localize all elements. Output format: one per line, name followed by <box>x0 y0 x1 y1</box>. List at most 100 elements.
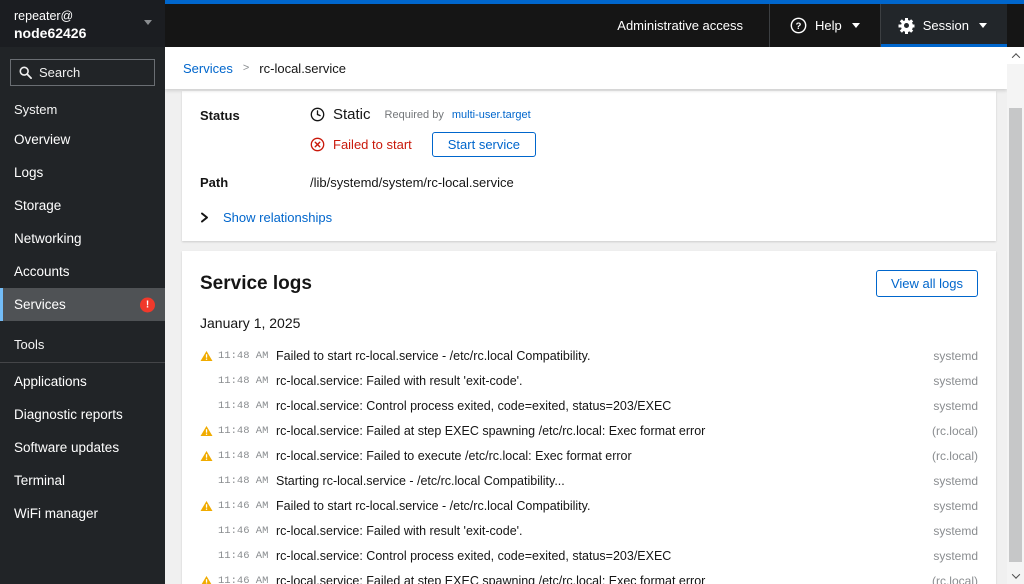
sidebar-item-label: Software updates <box>14 440 120 455</box>
view-all-logs-button[interactable]: View all logs <box>875 270 978 297</box>
log-source: (rc.local) <box>931 423 978 438</box>
log-timestamp: 11:48 AM <box>218 374 269 387</box>
log-message: Starting rc-local.service - /etc/rc.loca… <box>276 473 565 488</box>
failed-units-badge: ! <box>140 297 155 312</box>
log-row[interactable]: 11:46 AM rc-local.service: Control proces… <box>182 543 996 568</box>
breadcrumb-separator: > <box>242 62 250 74</box>
sidebar-item-accounts[interactable]: Accounts <box>0 255 165 288</box>
log-row[interactable]: 11:48 AM rc-local.service: Control proces… <box>182 393 996 418</box>
service-status-card: Status Static Required by multi-user.tar… <box>182 91 996 241</box>
scrollbar-thumb[interactable] <box>1009 108 1022 562</box>
log-source: systemd <box>933 398 978 413</box>
log-timestamp: 11:48 AM <box>218 449 269 462</box>
sidebar-item-label: Networking <box>14 231 82 246</box>
service-logs-card: Service logs View all logs January 1, 20… <box>182 251 996 584</box>
log-source: systemd <box>933 473 978 488</box>
session-menu-button[interactable]: Session <box>880 4 1008 47</box>
sidebar-item-networking[interactable]: Networking <box>0 222 165 255</box>
log-row[interactable]: 11:48 AM Starting rc-local.service - /etc… <box>182 468 996 493</box>
help-menu-button[interactable]: ? Help <box>770 4 880 47</box>
sidebar-item-logs[interactable]: Logs <box>0 156 165 189</box>
log-message: rc-local.service: Failed at step EXEC sp… <box>276 573 706 584</box>
warning-icon <box>200 575 214 584</box>
sidebar-item-wifi-manager[interactable]: WiFi manager <box>0 497 165 530</box>
log-row[interactable]: 11:48 AM rc-local.service: Failed with re… <box>182 368 996 393</box>
log-message: rc-local.service: Failed with result 'ex… <box>276 523 523 538</box>
caret-down-icon <box>851 23 860 28</box>
main-content: Status Static Required by multi-user.tar… <box>165 89 1007 584</box>
svg-text:?: ? <box>796 21 802 32</box>
path-label: Path <box>200 175 229 190</box>
chevron-down-icon <box>1011 569 1020 579</box>
warning-icon <box>200 425 214 437</box>
required-by-target-link[interactable]: multi-user.target <box>452 109 531 121</box>
log-row[interactable]: 11:46 AM rc-local.service: Failed at step… <box>182 568 996 584</box>
sidebar-item-storage[interactable]: Storage <box>0 189 165 222</box>
host-switcher[interactable]: repeater@ node62426 <box>0 0 165 47</box>
sidebar-item-terminal[interactable]: Terminal <box>0 464 165 497</box>
log-source: systemd <box>933 523 978 538</box>
sidebar-item-label: Diagnostic reports <box>14 407 123 422</box>
sidebar: repeater@ node62426 System Overview Logs St… <box>0 0 165 584</box>
log-source: (rc.local) <box>931 573 978 584</box>
required-by-label: Required by <box>384 108 444 121</box>
sidebar-item-label: Applications <box>14 374 87 389</box>
log-timestamp: 11:48 AM <box>218 474 269 487</box>
sidebar-item-applications[interactable]: Applications <box>0 365 165 398</box>
warning-icon <box>200 500 214 512</box>
sidebar-item-label: Terminal <box>14 473 66 488</box>
path-row: Path /lib/systemd/system/rc-local.servic… <box>200 173 978 190</box>
caret-down-icon <box>144 20 152 25</box>
log-row[interactable]: 11:46 AM rc-local.service: Failed with re… <box>182 518 996 543</box>
help-icon: ? <box>790 17 807 34</box>
sidebar-item-overview[interactable]: Overview <box>0 123 165 156</box>
start-service-button[interactable]: Start service <box>431 132 537 157</box>
log-row[interactable]: 11:48 AM rc-local.service: Failed at step… <box>182 418 996 443</box>
chevron-up-icon <box>1011 52 1020 62</box>
log-date-header: January 1, 2025 <box>200 315 301 331</box>
log-timestamp: 11:46 AM <box>218 549 269 562</box>
failed-to-start-label: Failed to start <box>333 137 412 152</box>
breadcrumb: Services > rc-local.service <box>165 47 1007 89</box>
log-source: systemd <box>933 373 978 388</box>
sidebar-item-software-updates[interactable]: Software updates <box>0 431 165 464</box>
session-label: Session <box>922 18 969 33</box>
scroll-down-button[interactable] <box>1007 567 1024 584</box>
sidebar-item-services[interactable]: Services! <box>0 288 165 321</box>
sidebar-search[interactable] <box>10 59 155 86</box>
log-timestamp: 11:46 AM <box>218 524 269 537</box>
sidebar-divider <box>0 362 165 363</box>
sidebar-nav: System Overview Logs Storage Networking Accou… <box>0 86 165 530</box>
caret-down-icon <box>979 23 987 28</box>
log-row[interactable]: 11:46 AM Failed to start rc-local.service… <box>182 493 996 518</box>
sidebar-item-diagnostic-reports[interactable]: Diagnostic reports <box>0 398 165 431</box>
show-relationships-link: Show relationships <box>223 210 333 225</box>
failed-icon <box>310 137 325 152</box>
clock-icon <box>310 107 325 122</box>
administrative-access-button[interactable]: Administrative access <box>591 4 769 47</box>
sidebar-section-title-system: System <box>14 102 58 117</box>
sidebar-item-label: WiFi manager <box>14 506 99 521</box>
log-timestamp: 11:48 AM <box>218 399 269 412</box>
sidebar-item-label: Logs <box>14 165 44 180</box>
sidebar-item-label: Services <box>14 297 66 312</box>
username-label: repeater@ <box>14 9 74 23</box>
masthead-endpad <box>1007 4 1024 47</box>
vertical-scrollbar[interactable] <box>1007 47 1024 584</box>
hostname-label: node62426 <box>14 25 87 41</box>
sidebar-item-label: Storage <box>14 198 62 213</box>
log-source: systemd <box>933 548 978 563</box>
service-log-list: 11:48 AM Failed to start rc-local.service… <box>182 343 996 584</box>
status-label: Status <box>200 108 240 123</box>
log-message: rc-local.service: Failed with result 'ex… <box>276 373 523 388</box>
scroll-up-button[interactable] <box>1007 47 1024 64</box>
log-row[interactable]: 11:48 AM Failed to start rc-local.service… <box>182 343 996 368</box>
log-row[interactable]: 11:48 AM rc-local.service: Failed to exec… <box>182 443 996 468</box>
search-input[interactable] <box>39 65 146 80</box>
breadcrumb-services-link[interactable]: Services <box>183 61 233 76</box>
sidebar-item-label: Accounts <box>14 264 70 279</box>
help-label: Help <box>815 18 842 33</box>
status-value: Static <box>333 106 371 123</box>
log-message: rc-local.service: Failed to execute /etc… <box>276 448 632 463</box>
show-relationships-toggle[interactable]: Show relationships <box>200 210 978 225</box>
